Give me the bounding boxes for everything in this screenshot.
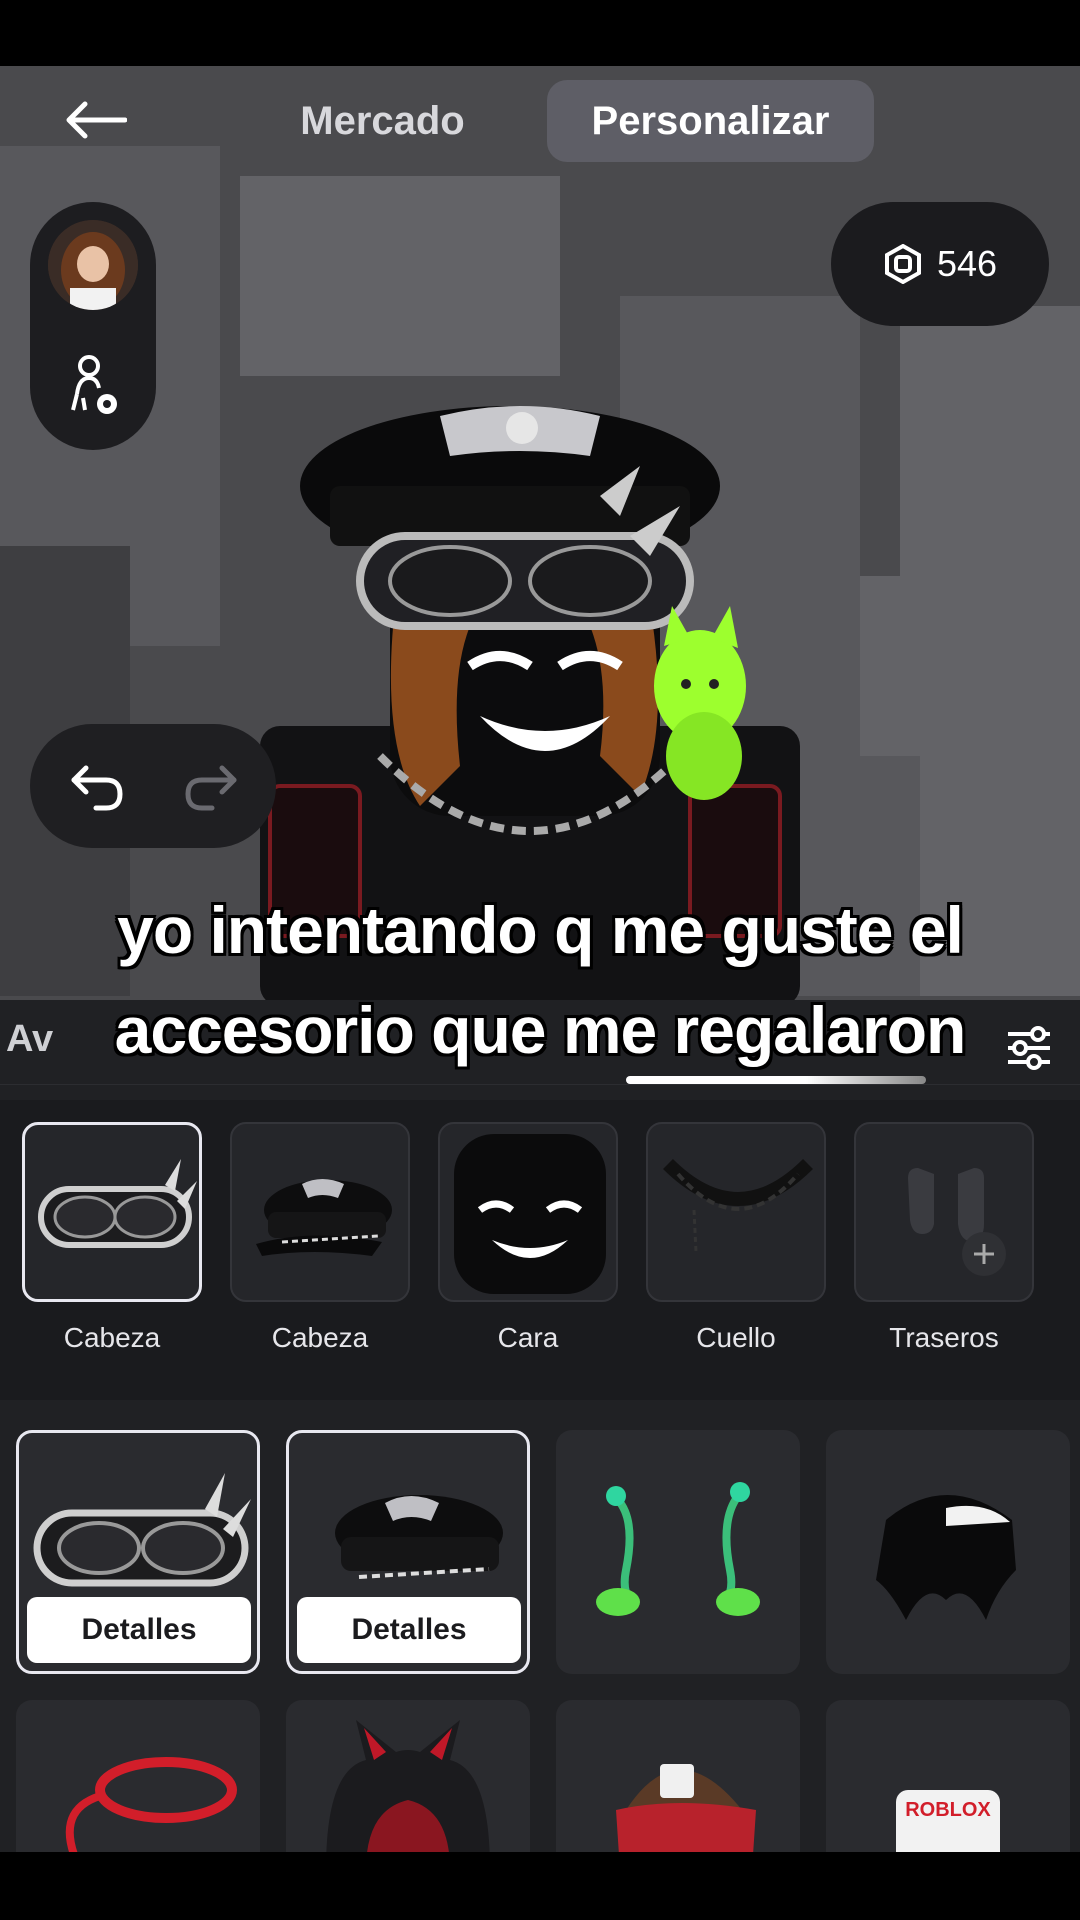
equipped-item[interactable]: Cabeza — [230, 1122, 410, 1353]
equipped-items: Cabeza Cabeza Cara Cuello Traseros — [0, 1100, 1080, 1400]
back-add-icon — [908, 1168, 1006, 1276]
caption-line: yo intentando q me guste el — [117, 893, 964, 967]
customize-panel: Av Cabeza Cabeza Cara Cuello Traseros De… — [0, 1000, 1080, 1920]
equipped-label: Cabeza — [63, 1322, 161, 1353]
officer-cap-icon — [256, 1179, 392, 1256]
avatar-portrait-icon — [48, 220, 138, 310]
grid-item[interactable] — [556, 1430, 800, 1674]
equipped-tile[interactable] — [22, 1122, 202, 1302]
equipped-item[interactable]: Traseros — [854, 1122, 1034, 1353]
tab-personalizar[interactable]: Personalizar — [547, 80, 874, 162]
grid-item[interactable]: Detalles — [286, 1430, 530, 1674]
goggles-icon — [33, 1473, 251, 1587]
robux-balance[interactable]: 546 — [831, 202, 1049, 326]
undo-button[interactable] — [66, 754, 130, 818]
equipped-label: Cabeza — [271, 1322, 369, 1353]
equipped-item[interactable]: Cabeza — [22, 1122, 202, 1353]
equipped-item[interactable]: Cuello — [646, 1122, 826, 1353]
shirt-print-text: ROBLOX — [905, 1799, 991, 1821]
equipped-item[interactable]: Cara — [438, 1122, 618, 1353]
top-black-bar — [0, 0, 1080, 66]
equipped-tile[interactable] — [230, 1122, 410, 1302]
equipped-label: Cara — [497, 1322, 559, 1353]
grid-item[interactable] — [826, 1430, 1070, 1674]
chain-necklace-icon — [663, 1159, 813, 1253]
divider — [0, 1084, 1080, 1085]
sprout-antennae-icon — [596, 1482, 760, 1616]
grid-item[interactable]: Detalles — [16, 1430, 260, 1674]
avatar-switcher — [30, 202, 156, 450]
back-arrow-icon — [66, 101, 127, 139]
face-icon — [454, 1134, 606, 1294]
video-caption: yo intentando q me guste el accesorio qu… — [20, 880, 1060, 1080]
avatar-settings-icon — [71, 355, 117, 414]
undo-redo-controls — [30, 724, 276, 848]
redo-icon — [185, 765, 237, 811]
robux-amount: 546 — [936, 243, 998, 284]
tab-mercado[interactable]: Mercado — [210, 80, 555, 162]
avatar-thumbnail[interactable] — [48, 220, 138, 310]
redo-button[interactable] — [178, 754, 242, 818]
back-arrow-button[interactable] — [55, 92, 135, 148]
bottom-black-bar — [0, 1852, 1080, 1920]
equipped-label: Cuello — [696, 1322, 776, 1353]
details-button[interactable]: Detalles — [297, 1597, 521, 1663]
goggles-icon — [38, 1159, 197, 1248]
details-button[interactable]: Detalles — [27, 1597, 251, 1663]
avatar-settings-button[interactable] — [63, 354, 123, 420]
black-hair-icon — [876, 1495, 1016, 1620]
equipped-tile[interactable] — [646, 1122, 826, 1302]
equipped-tile[interactable] — [438, 1122, 618, 1302]
equipped-label: Traseros — [889, 1322, 999, 1353]
accessory-grid: Detalles Detalles ROBLOX — [0, 1418, 1080, 1920]
top-tabs: Mercado Personalizar — [210, 80, 874, 164]
equipped-tile[interactable] — [854, 1122, 1034, 1302]
robux-icon — [884, 244, 921, 284]
officer-cap-icon — [335, 1495, 503, 1579]
caption-line: accesorio que me regalaron — [114, 993, 967, 1067]
undo-icon — [71, 765, 123, 811]
